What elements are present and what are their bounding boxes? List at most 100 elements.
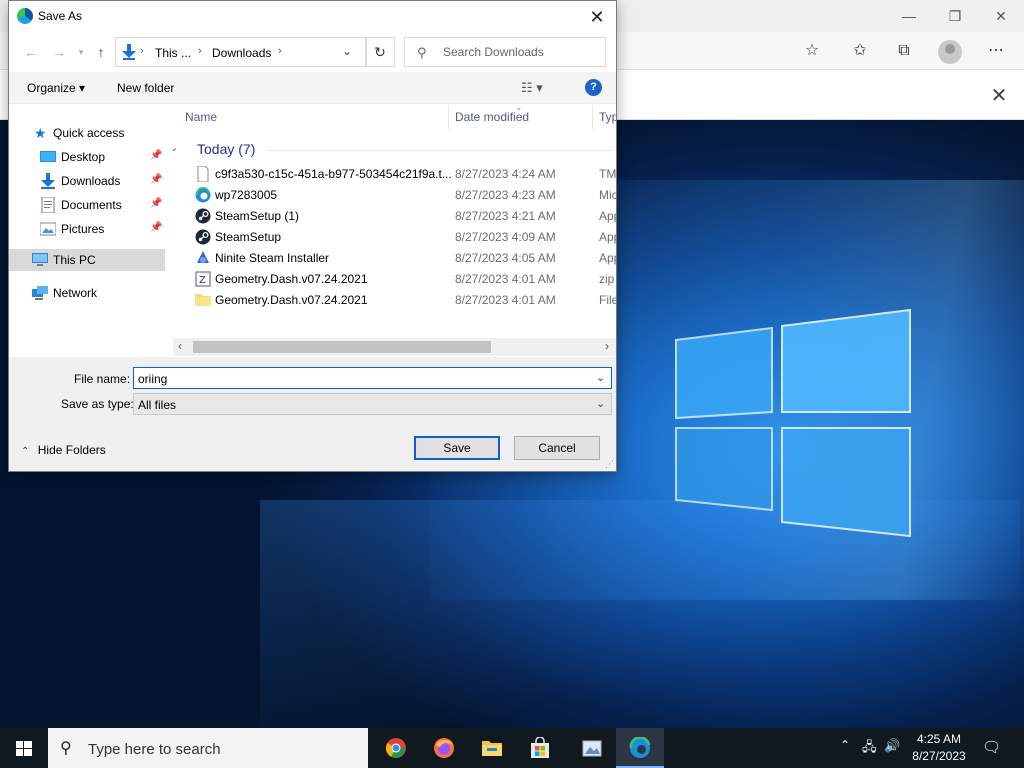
nav-item-this-pc[interactable]: This PC: [9, 249, 165, 271]
save-button[interactable]: Save: [414, 436, 500, 460]
search-input[interactable]: [443, 44, 601, 60]
search-box[interactable]: ⚲: [404, 37, 606, 67]
taskbar-clock[interactable]: 4:25 AM 8/27/2023: [904, 731, 974, 765]
file-type: Micro: [599, 188, 616, 202]
organize-button[interactable]: Organize ▾: [27, 81, 85, 95]
file-name-label: File name:: [74, 372, 131, 386]
file-date: 8/27/2023 4:09 AM: [455, 230, 556, 244]
save-type-label: Save as type:: [61, 397, 134, 411]
favorites-icon[interactable]: ✩: [846, 38, 874, 64]
taskbar-edge[interactable]: [616, 728, 664, 768]
nav-item-quick-access[interactable]: ★ Quick access: [9, 122, 165, 144]
navigation-pane: ★ Quick access Desktop 📌 Downloads 📌 Doc…: [9, 105, 165, 353]
file-type: Appli: [599, 209, 616, 223]
view-options-icon[interactable]: ☷ ▾: [521, 80, 543, 96]
column-divider[interactable]: [592, 105, 593, 129]
file-type: TMP: [599, 167, 616, 181]
nav-item-downloads[interactable]: Downloads 📌: [9, 170, 165, 192]
file-row[interactable]: Ninite Steam Installer 8/27/2023 4:05 AM…: [173, 248, 616, 269]
back-arrow-icon[interactable]: ←: [21, 42, 41, 62]
save-type-select[interactable]: All files ⌄: [133, 393, 612, 415]
new-folder-button[interactable]: New folder: [117, 81, 174, 95]
nav-item-network[interactable]: Network: [9, 282, 165, 304]
file-row[interactable]: Geometry.Dash.v07.24.2021 8/27/2023 4:01…: [173, 290, 616, 311]
file-name: Ninite Steam Installer: [215, 251, 330, 265]
file-name: SteamSetup: [215, 230, 282, 244]
infobar-close-icon[interactable]: ✕: [986, 84, 1012, 108]
network-icon: [32, 286, 48, 300]
blank-file-icon: [197, 166, 209, 182]
nav-item-pictures[interactable]: Pictures 📌: [9, 218, 165, 240]
taskbar-search-box[interactable]: ⚲: [48, 728, 368, 768]
file-date: 8/27/2023 4:21 AM: [455, 209, 556, 223]
chevron-down-icon[interactable]: ⌄: [596, 397, 605, 410]
nav-item-label: Documents: [61, 198, 122, 212]
more-options-icon[interactable]: ⋯: [982, 38, 1010, 64]
chevron-down-icon[interactable]: ⌄: [342, 44, 352, 58]
pin-icon[interactable]: 📌: [150, 174, 162, 185]
forward-arrow-icon[interactable]: →: [49, 42, 69, 62]
edge-icon: [17, 8, 33, 24]
file-row[interactable]: Z Geometry.Dash.v07.24.2021 8/27/2023 4:…: [173, 269, 616, 290]
taskbar-store[interactable]: [516, 728, 564, 768]
cancel-button[interactable]: Cancel: [514, 436, 600, 460]
recent-chevron-icon[interactable]: ▾: [71, 42, 91, 62]
address-bar[interactable]: › This ... › Downloads › ⌄: [115, 37, 367, 67]
file-name-input[interactable]: [138, 371, 578, 386]
browser-close-icon[interactable]: ✕: [978, 4, 1024, 28]
tray-chevron-up-icon[interactable]: ⌃: [840, 738, 850, 752]
volume-icon[interactable]: 🔊: [884, 738, 900, 754]
column-header-name[interactable]: Name: [185, 110, 217, 124]
scrollbar-thumb[interactable]: [193, 341, 491, 353]
taskbar-search-input[interactable]: [88, 739, 348, 759]
start-button[interactable]: [0, 728, 48, 768]
hide-folders-button[interactable]: ⌃ Hide Folders: [21, 443, 106, 457]
computer-icon: [32, 253, 48, 266]
nav-item-label: Quick access: [53, 126, 125, 140]
windows-start-icon: [16, 741, 32, 756]
download-arrow-icon: [41, 173, 55, 189]
command-bar: Organize ▾ New folder ☷ ▾ ?: [9, 72, 616, 104]
pin-icon[interactable]: 📌: [150, 222, 162, 233]
taskbar-chrome[interactable]: [372, 728, 420, 768]
file-row[interactable]: SteamSetup (1) 8/27/2023 4:21 AM Appli: [173, 206, 616, 227]
file-row[interactable]: wp7283005 8/27/2023 4:23 AM Micro: [173, 185, 616, 206]
group-collapse-chevron-icon[interactable]: ⌄: [173, 141, 178, 154]
nav-item-desktop[interactable]: Desktop 📌: [9, 146, 165, 168]
add-favorite-icon[interactable]: ☆: [798, 38, 826, 64]
taskbar-firefox[interactable]: [420, 728, 468, 768]
horizontal-scrollbar[interactable]: ‹ ›: [173, 338, 616, 356]
file-list: Name Date modified ⌄ Type ⌄ Today (7) c9…: [173, 105, 616, 353]
minimize-icon[interactable]: —: [886, 4, 932, 28]
scroll-right-icon[interactable]: ›: [605, 339, 609, 353]
refresh-button[interactable]: ↻: [365, 37, 395, 67]
pin-icon[interactable]: 📌: [150, 198, 162, 209]
nav-item-documents[interactable]: Documents 📌: [9, 194, 165, 216]
group-header-today[interactable]: Today (7): [197, 141, 255, 157]
chevron-down-icon[interactable]: ⌄: [596, 371, 605, 384]
column-header-type[interactable]: Type: [599, 110, 616, 124]
breadcrumb-this-pc[interactable]: This ...: [155, 46, 191, 60]
network-tray-icon[interactable]: 🖧: [862, 738, 877, 760]
taskbar-photos[interactable]: [568, 728, 616, 768]
taskbar-file-explorer[interactable]: [468, 728, 516, 768]
folder-icon: [195, 294, 211, 306]
pin-icon[interactable]: 📌: [150, 150, 162, 161]
collections-icon[interactable]: ⧉: [890, 38, 918, 64]
file-row[interactable]: SteamSetup 8/27/2023 4:09 AM Appli: [173, 227, 616, 248]
restore-icon[interactable]: ❐: [932, 4, 978, 28]
scroll-left-icon[interactable]: ‹: [178, 339, 182, 353]
file-date: 8/27/2023 4:24 AM: [455, 167, 556, 181]
breadcrumb-downloads[interactable]: Downloads: [212, 46, 271, 60]
file-name-field[interactable]: ⌄: [133, 367, 612, 389]
file-row[interactable]: c9f3a530-c15c-451a-b977-503454c21f9a.t..…: [173, 164, 616, 185]
file-name: Geometry.Dash.v07.24.2021: [215, 272, 368, 286]
resize-grip-icon[interactable]: ⋰: [605, 459, 614, 470]
clock-time: 4:25 AM: [916, 732, 962, 746]
dialog-close-button[interactable]: ✕: [581, 4, 613, 30]
up-arrow-icon[interactable]: ↑: [91, 42, 111, 62]
column-divider[interactable]: [448, 105, 449, 129]
notification-icon[interactable]: 🗨: [982, 738, 1001, 756]
help-button[interactable]: ?: [585, 79, 602, 96]
profile-avatar[interactable]: [938, 40, 962, 64]
